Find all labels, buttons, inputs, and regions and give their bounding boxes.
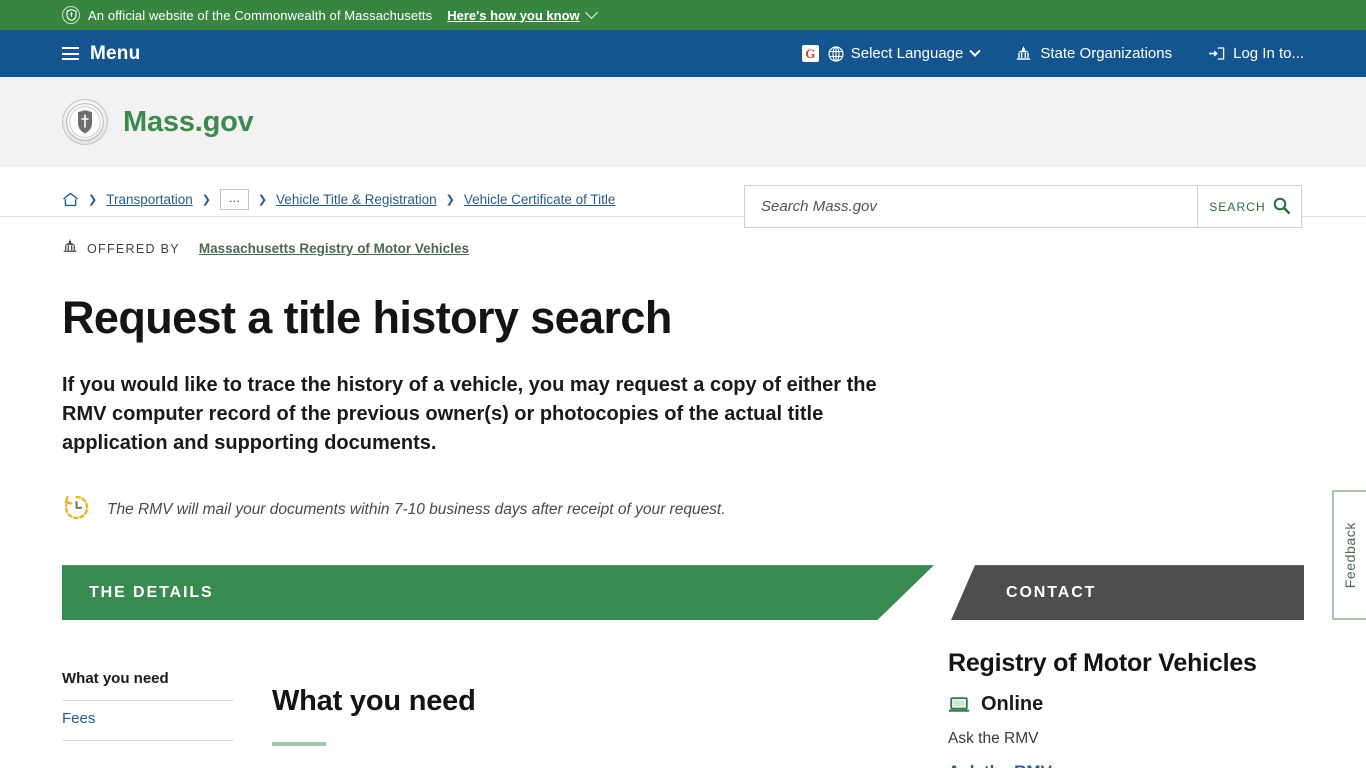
contact-heading: Registry of Motor Vehicles [948, 649, 1257, 678]
search-button-label: SEARCH [1209, 199, 1266, 214]
breadcrumb-separator: ❯ [201, 193, 211, 206]
how-you-know-toggle[interactable]: Here's how you know [447, 8, 579, 23]
site-search: SEARCH [744, 185, 1302, 228]
google-translate-icon: G [801, 45, 819, 62]
breadcrumb-separator: ❯ [445, 193, 455, 206]
main-content: What you need To request a title history… [234, 661, 914, 768]
processing-time-text: The RMV will mail your documents within … [107, 501, 726, 519]
sidebar-item-fees[interactable]: Fees [62, 701, 234, 742]
search-button[interactable]: SEARCH [1197, 186, 1301, 227]
primary-navigation-bar: Menu G Select Language State Organizatio… [0, 30, 1366, 77]
breadcrumb-item-transportation[interactable]: Transportation [106, 192, 193, 207]
menu-label: Menu [90, 42, 141, 64]
sidebar-item-what-you-need[interactable]: What you need [62, 661, 234, 702]
processing-time-note: The RMV will mail your documents within … [0, 493, 1366, 527]
menu-button[interactable]: Menu [0, 43, 140, 65]
contact-online-label: Online [981, 693, 1044, 716]
home-icon[interactable] [62, 192, 79, 207]
breadcrumb-separator: ❯ [257, 193, 268, 206]
clock-arrow-icon [62, 493, 91, 527]
breadcrumb-expand-button[interactable]: ... [219, 189, 249, 210]
breadcrumb-item-vehicle-certificate-of-title[interactable]: Vehicle Certificate of Title [464, 192, 616, 207]
contact-online-group: Online [948, 693, 1258, 716]
tab-the-details[interactable]: THE DETAILS [62, 565, 934, 621]
contact-panel: Registry of Motor Vehicles Online Ask th… [948, 649, 1258, 768]
log-in-menu[interactable]: Log In to... [1208, 45, 1304, 62]
tab-contact-label: CONTACT [1006, 583, 1097, 601]
breadcrumb-separator: ❯ [88, 193, 98, 206]
select-language-label: Select Language [850, 45, 964, 62]
nav-right-group: G Select Language State Organizations Lo… [801, 45, 1366, 62]
shield-seal-icon [62, 6, 80, 24]
select-language-menu[interactable]: G Select Language [801, 45, 982, 62]
breadcrumb-item-vehicle-title-registration[interactable]: Vehicle Title & Registration [276, 192, 437, 207]
heading-underline-rule [272, 742, 326, 747]
content-columns: What you need Fees What you need To requ… [0, 649, 1366, 768]
capitol-building-icon [1015, 46, 1032, 61]
offered-by: OFFERED BY Massachusetts Registry of Mot… [0, 239, 1366, 258]
tab-contact[interactable]: CONTACT [951, 565, 1304, 621]
globe-icon [828, 45, 844, 62]
section-heading: What you need [272, 685, 476, 718]
arrow-right-icon: → [1058, 764, 1072, 768]
breadcrumb-list: ❯ Transportation ❯ ... ❯ Vehicle Title &… [62, 189, 616, 210]
feedback-tab-label: Feedback [1342, 521, 1358, 589]
chevron-down-icon [969, 45, 982, 57]
tab-the-details-label: THE DETAILS [89, 583, 214, 601]
search-input[interactable] [745, 186, 1197, 227]
state-organizations-label: State Organizations [1040, 45, 1173, 62]
section-side-navigation: What you need Fees [62, 661, 234, 768]
page-title: Request a title history search [62, 292, 672, 343]
chevron-down-icon[interactable] [584, 5, 598, 19]
state-organizations-menu[interactable]: State Organizations [1015, 45, 1172, 62]
page-description: If you would like to trace the history o… [62, 374, 877, 454]
contact-detail-text: Ask the RMV [948, 730, 1039, 748]
sidebar-item-label: What you need [62, 670, 169, 688]
massachusetts-state-seal-icon [62, 99, 108, 145]
log-in-label: Log In to... [1233, 45, 1304, 62]
login-arrow-icon [1208, 46, 1225, 61]
mass-gov-home-link[interactable]: Mass.gov [0, 99, 254, 145]
ask-the-rmv-link[interactable]: Ask the RMV → [948, 762, 1072, 768]
capitol-building-icon [62, 239, 78, 258]
search-icon [1273, 197, 1291, 217]
official-banner-text: An official website of the Commonwealth … [88, 7, 433, 23]
site-header: Mass.gov SEARCH [0, 77, 1366, 228]
how-you-know-label: Here's how you know [447, 7, 580, 23]
feedback-tab[interactable]: Feedback [1332, 490, 1366, 620]
brand-name: Mass.gov [123, 105, 254, 138]
laptop-icon [948, 696, 970, 714]
offered-by-organization-link[interactable]: Massachusetts Registry of Motor Vehicles [199, 241, 469, 256]
hamburger-icon [62, 47, 79, 60]
section-banners: THE DETAILS CONTACT [0, 565, 1366, 625]
ask-the-rmv-link-label: Ask the RMV [948, 762, 1052, 768]
sidebar-item-label: Fees [62, 710, 96, 728]
offered-by-label: OFFERED BY [87, 241, 180, 256]
official-website-banner: An official website of the Commonwealth … [0, 0, 1366, 30]
